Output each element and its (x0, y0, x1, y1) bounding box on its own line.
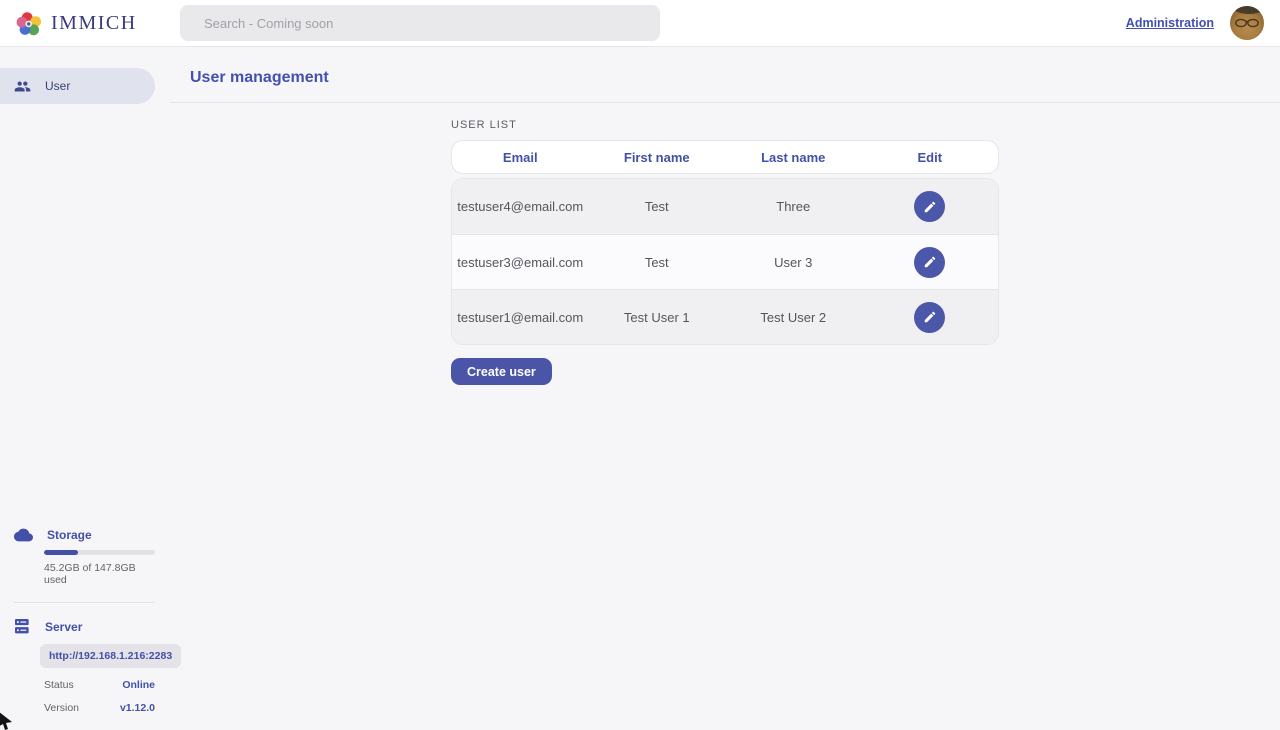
table-row: testuser3@email.com Test User 3 (452, 234, 998, 289)
glasses-icon (1234, 17, 1260, 29)
edit-user-button[interactable] (914, 247, 945, 278)
pencil-icon (923, 310, 937, 324)
title-divider (170, 102, 1280, 103)
top-bar: IMMICH Administration (0, 0, 1280, 47)
cell-last-name: User 3 (725, 255, 862, 270)
table-row: testuser1@email.com Test User 1 Test Use… (452, 289, 998, 344)
pencil-icon (923, 200, 937, 214)
storage-progress-fill (44, 550, 78, 555)
sidebar-footer: Storage 45.2GB of 147.8GB used (0, 528, 170, 730)
cell-last-name: Test User 2 (725, 310, 862, 325)
status-value: Online (122, 679, 155, 691)
administration-link[interactable]: Administration (1126, 16, 1214, 30)
user-table: testuser4@email.com Test Three testuser3… (451, 178, 999, 345)
user-table-header: Email First name Last name Edit (451, 140, 999, 174)
edit-user-button[interactable] (914, 302, 945, 333)
sidebar-item-user-label: User (45, 79, 70, 93)
main-content: User management USER LIST Email First na… (170, 47, 1280, 730)
storage-progress-bar (44, 550, 155, 555)
avatar-photo-shade (1232, 6, 1264, 14)
cell-first-name: Test User 1 (589, 310, 726, 325)
version-label: Version (44, 702, 79, 714)
storage-title: Storage (47, 528, 92, 542)
server-icon (14, 619, 31, 634)
user-list-heading: USER LIST (451, 119, 999, 131)
col-header-last-name: Last name (725, 150, 862, 165)
cell-email: testuser3@email.com (452, 255, 589, 270)
status-label: Status (44, 679, 74, 691)
brand-name: IMMICH (51, 12, 137, 35)
server-url: http://192.168.1.216:2283 (40, 644, 181, 668)
col-header-email: Email (452, 150, 589, 165)
version-value: v1.12.0 (120, 702, 155, 714)
col-header-first-name: First name (589, 150, 726, 165)
immich-logo: IMMICH (16, 10, 180, 37)
cell-email: testuser1@email.com (452, 310, 589, 325)
storage-usage-text: 45.2GB of 147.8GB used (44, 562, 155, 586)
users-icon (14, 78, 31, 95)
col-header-edit: Edit (862, 150, 999, 165)
sidebar-item-user[interactable]: User (0, 68, 155, 104)
cloud-icon (14, 528, 33, 542)
pencil-icon (923, 255, 937, 269)
cell-first-name: Test (589, 199, 726, 214)
cell-email: testuser4@email.com (452, 199, 589, 214)
user-avatar[interactable] (1230, 6, 1264, 40)
cell-last-name: Three (725, 199, 862, 214)
create-user-button[interactable]: Create user (451, 358, 552, 385)
server-title: Server (45, 620, 82, 634)
page-title: User management (170, 69, 1280, 87)
immich-flower-icon (16, 10, 43, 37)
edit-user-button[interactable] (914, 191, 945, 222)
table-row: testuser4@email.com Test Three (452, 179, 998, 234)
footer-divider (14, 602, 155, 603)
search-input[interactable] (180, 5, 660, 41)
cell-first-name: Test (589, 255, 726, 270)
sidebar: User Storage 45.2GB of 147.8GB used (0, 47, 170, 730)
